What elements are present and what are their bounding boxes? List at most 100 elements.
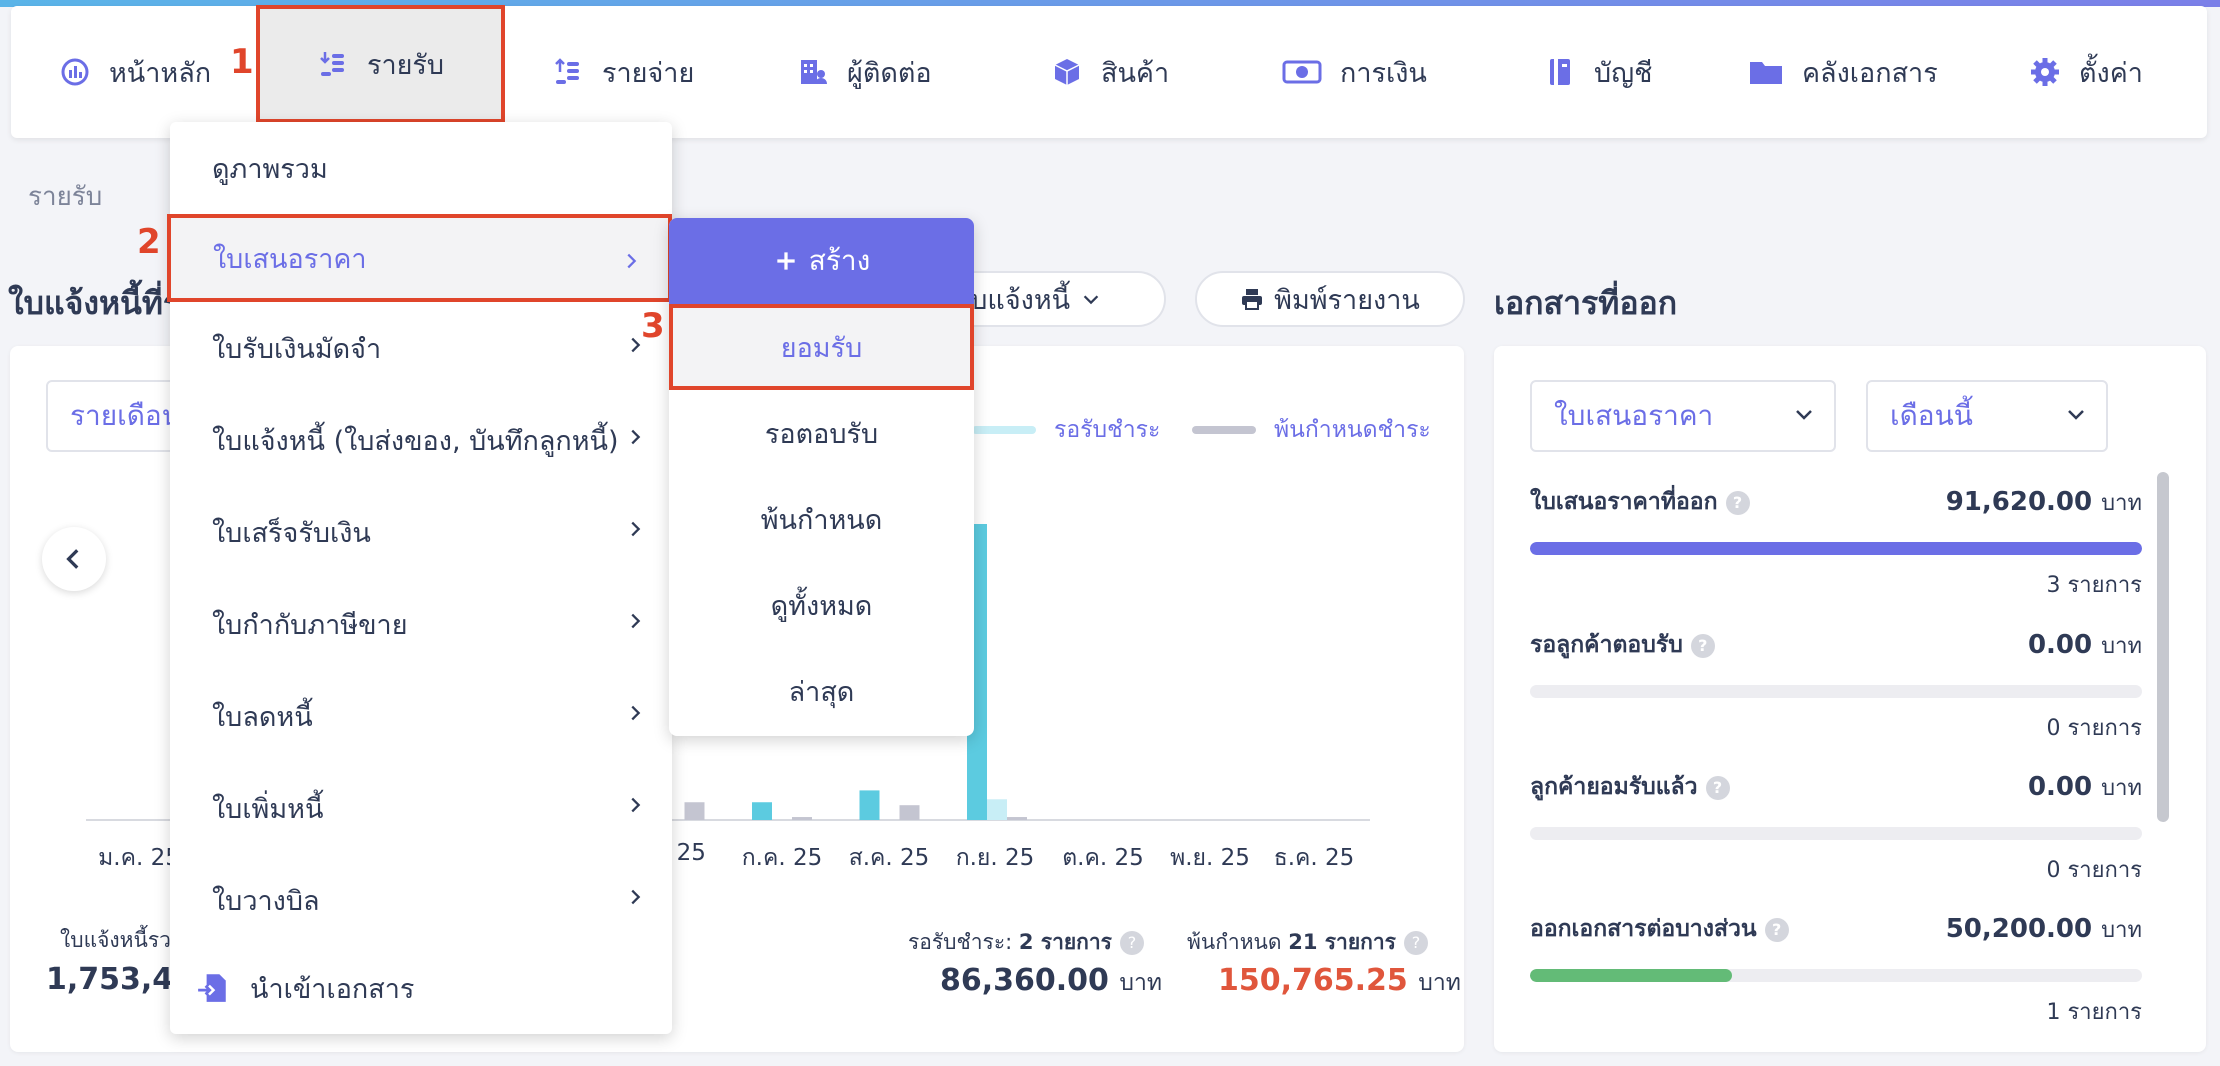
chevron-right-icon [631,613,641,629]
chart-bar [684,802,705,820]
submenu-item-label: ล่าสุด [788,676,855,708]
kpi-name: ลูกค้ายอมรับแล้ว [1530,774,1698,800]
menu-item-debit-note[interactable]: ใบเพิ่มหนี้ [170,762,672,854]
kpi-count: 3 รายการ [2046,573,2142,598]
chevron-right-icon [631,705,641,721]
kpi-name: ออกเอกสารต่อบางส่วน [1530,916,1757,942]
step-2-marker: 2 [137,222,161,262]
currency-unit: บาท [2101,917,2142,943]
kpi-progress [1530,827,2142,840]
x-tick-label: ต.ค. 25 [1062,845,1144,871]
pending-value: 86,360.00 บาท [940,963,1162,1001]
overdue-value: 150,765.25 บาท [1218,963,1461,1001]
currency-unit: บาท [2101,633,2142,659]
chevron-right-icon [631,521,641,537]
x-tick-label: ก.ค. 25 [741,845,823,871]
menu-item-label: นำเข้าเอกสาร [250,973,415,1005]
x-tick-label: ธ.ค. 25 [1273,845,1355,871]
menu-item-invoice[interactable]: ใบแจ้งหนี้ (ใบส่งของ, บันทึกลูกหนี้) [170,394,672,486]
menu-item-label: ใบวางบิล [212,885,320,917]
overdue-label: พ้นกำหนด 21 รายการ? [1187,926,1428,959]
menu-item-label: ใบเสร็จรับเงิน [212,517,371,549]
chart-bar [987,799,1007,820]
menu-item-label: ใบกำกับภาษีขาย [212,609,408,641]
step-3-marker: 3 [641,306,665,346]
chevron-right-icon [631,429,641,445]
chevron-down-icon [1796,410,1812,420]
pending-label: รอรับชำระ: 2 รายการ? [908,926,1144,959]
currency-unit: บาท [1119,970,1163,996]
pending-label-text: รอรับชำระ [908,930,1006,954]
menu-item-label: ใบลดหนี้ [212,701,313,733]
overdue-count: 21 รายการ [1288,930,1396,954]
kpi-progress [1530,542,2142,555]
pending-count: 2 รายการ [1018,930,1112,954]
overdue-label-text: พ้นกำหนด [1187,930,1282,954]
chevron-right-icon [631,797,641,813]
menu-item-deposit-receipt[interactable]: ใบรับเงินมัดจำ [170,302,672,394]
kpi-progress [1530,969,2142,982]
total-invoices-label: ใบแจ้งหนี้รวม [60,924,185,957]
help-icon[interactable]: ? [1119,931,1144,955]
submenu-item-overdue[interactable]: พ้นกำหนด [669,476,974,562]
menu-item-label: ใบเสนอราคา [213,243,367,275]
quotation-submenu: สร้าง ยอมรับ รอตอบรับ พ้นกำหนด ดูทั้งหมด… [669,218,974,736]
menu-item-label: ใบรับเงินมัดจำ [212,333,382,365]
kpi-count: 1 รายการ [2046,1000,2142,1025]
help-icon[interactable]: ? [1705,775,1730,800]
plus-icon [777,252,795,270]
chart-bar [1007,817,1027,820]
create-quotation-button[interactable]: สร้าง [669,218,974,304]
kpi-amount: 91,620.00 [1945,486,2093,517]
doc-type-select[interactable]: ใบเสนอราคา [1530,380,1836,452]
submenu-item-label: รอตอบรับ [764,418,879,450]
create-label: สร้าง [808,244,871,277]
currency-unit: บาท [2101,775,2142,801]
menu-item-overview[interactable]: ดูภาพรวม [170,122,672,214]
submenu-item-label: ยอมรับ [780,332,863,364]
currency-unit: บาท [2101,490,2142,516]
submenu-item-accepted[interactable]: ยอมรับ [669,304,974,390]
help-icon[interactable]: ? [1764,917,1789,942]
chevron-right-icon [627,253,637,269]
pending-value-text: 86,360.00 [940,963,1109,998]
kpi-quotations-issued: ใบเสนอราคาที่ออก? 91,620.00 บาท 3 รายการ [1530,484,2142,602]
help-icon[interactable]: ? [1725,490,1750,515]
menu-item-receipt[interactable]: ใบเสร็จรับเงิน [170,486,672,578]
submenu-item-latest[interactable]: ล่าสุด [669,648,974,734]
submenu-item-awaiting[interactable]: รอตอบรับ [669,390,974,476]
kpi-name: ใบเสนอราคาที่ออก [1530,489,1718,515]
x-tick-label: ม.ค. 25 [98,845,180,871]
menu-item-tax-invoice[interactable]: ใบกำกับภาษีขาย [170,578,672,670]
chevron-down-icon [2068,410,2084,420]
doc-period-select[interactable]: เดือนนี้ [1866,380,2108,452]
chart-bar [859,790,880,820]
help-icon[interactable]: ? [1403,931,1428,955]
kpi-amount: 0.00 [2027,771,2093,802]
issued-docs-title: เอกสารที่ออก [1494,284,1678,322]
submenu-item-view-all[interactable]: ดูทั้งหมด [669,562,974,648]
kpi-progress-fill [1530,542,2142,555]
menu-item-import[interactable]: นำเข้าเอกสาร [170,942,672,1034]
menu-item-credit-note[interactable]: ใบลดหนี้ [170,670,672,762]
income-dropdown-menu: ดูภาพรวม ใบเสนอราคา ใบรับเงินมัดจำ ใบแจ้… [167,122,672,1034]
chart-bar [752,802,772,820]
help-icon[interactable]: ? [1690,633,1715,658]
menu-item-label: ดูภาพรวม [212,153,328,185]
menu-item-billing-note[interactable]: ใบวางบิล [170,854,672,946]
submenu-item-label: ดูทั้งหมด [770,590,873,622]
doc-type-value: ใบเสนอราคา [1554,399,1714,432]
kpi-scrollbar[interactable] [2157,472,2169,822]
kpi-amount: 0.00 [2027,629,2093,660]
chart-bar [792,817,812,820]
kpi-accepted: ลูกค้ายอมรับแล้ว? 0.00 บาท 0 รายการ [1530,769,2142,887]
kpi-count: 0 รายการ [2046,716,2142,741]
kpi-progress [1530,685,2142,698]
kpi-partially-issued: ออกเอกสารต่อบางส่วน? 50,200.00 บาท 1 รายก… [1530,911,2142,1029]
menu-item-quotation[interactable]: ใบเสนอราคา [167,214,672,302]
kpi-amount: 50,200.00 [1945,913,2093,944]
kpi-awaiting-response: รอลูกค้าตอบรับ? 0.00 บาท 0 รายการ [1530,627,2142,745]
chart-bar [899,805,920,820]
kpi-count: 0 รายการ [2046,858,2142,883]
kpi-progress-fill [1530,969,1732,982]
